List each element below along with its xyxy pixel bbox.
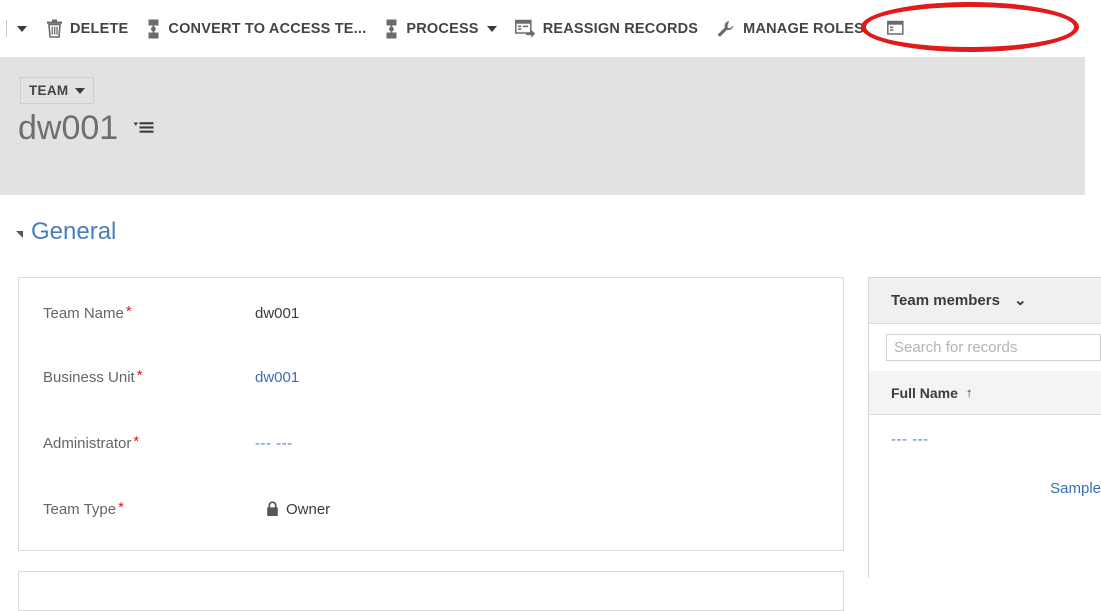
trash-icon [46, 19, 63, 38]
convert-icon [146, 19, 161, 39]
reassign-records-icon [514, 19, 536, 38]
list-item[interactable]: Sample [869, 464, 1101, 513]
form-selector-icon[interactable] [132, 119, 156, 138]
record-title-row: dw001 [18, 111, 156, 145]
business-unit-label: Business Unit * [43, 366, 143, 386]
team-members-panel-title: Team members [891, 292, 1000, 309]
administrator-label: Administrator * [43, 432, 140, 452]
convert-to-access-team-button[interactable]: CONVERT TO ACCESS TE... [137, 9, 375, 49]
page-title: dw001 [18, 109, 119, 147]
wrench-icon [716, 20, 736, 38]
chevron-down-icon [17, 25, 27, 32]
manage-roles-button[interactable]: MANAGE ROLES [707, 9, 873, 49]
section-header-general[interactable]: General [16, 218, 116, 246]
reassign-records-button[interactable]: REASSIGN RECORDS [506, 9, 707, 49]
field-row-team-type: Team Type * Owner [19, 494, 843, 524]
team-members-panel-header[interactable]: Team members ⌄ [869, 278, 1101, 324]
delete-button[interactable]: DELETE [37, 9, 137, 49]
section-title: General [31, 218, 117, 245]
lock-icon [266, 501, 279, 517]
field-row-business-unit: Business Unit * dw001 [19, 362, 843, 392]
team-name-label: Team Name * [43, 302, 132, 322]
delete-button-label: DELETE [70, 20, 129, 37]
required-marker: * [136, 366, 143, 384]
convert-to-access-team-button-label: CONVERT TO ACCESS TE... [168, 20, 367, 37]
required-marker: * [118, 498, 124, 516]
general-form-panel: Team Name * dw001 Business Unit * dw001 Ad… [18, 277, 844, 551]
column-header-label: Full Name [891, 384, 958, 401]
chevron-down-icon [75, 87, 86, 94]
team-members-panel: Team members ⌄ Full Name ↑ --- --- Sampl… [868, 277, 1101, 578]
team-type-value: Owner [286, 500, 331, 518]
search-input[interactable] [886, 334, 1101, 361]
reassign-records-button-label: REASSIGN RECORDS [542, 20, 699, 37]
collapse-triangle-icon [16, 230, 23, 238]
required-marker: * [125, 302, 132, 320]
business-unit-value[interactable]: dw001 [255, 369, 299, 386]
secondary-form-panel [18, 571, 844, 611]
entity-type-chip[interactable]: TEAM [20, 77, 95, 104]
sort-ascending-arrow-icon: ↑ [965, 385, 973, 400]
process-button[interactable]: PROCESS [375, 9, 505, 49]
field-row-administrator: Administrator * --- --- [19, 428, 843, 458]
field-row-team-name: Team Name * dw001 [19, 298, 843, 328]
more-commands-icon [887, 20, 906, 37]
team-type-label: Team Type * [43, 498, 124, 518]
required-marker: * [133, 432, 140, 450]
team-name-value[interactable]: dw001 [255, 305, 299, 322]
team-type-value-wrap: Owner [266, 501, 330, 518]
administrator-value[interactable]: --- --- [255, 435, 293, 452]
list-item[interactable]: --- --- [869, 415, 1101, 464]
team-members-search-wrap [869, 324, 1101, 371]
list-item-label: Sample [1050, 480, 1101, 497]
list-item-label: --- --- [891, 431, 929, 448]
entity-type-chip-label: TEAM [29, 83, 69, 98]
column-header-full-name[interactable]: Full Name ↑ [869, 371, 1101, 415]
process-icon [384, 19, 399, 39]
manage-roles-button-label: MANAGE ROLES [743, 20, 864, 37]
command-bar-overflow-left-button[interactable] [7, 9, 37, 49]
chevron-down-icon[interactable]: ⌄ [1014, 293, 1027, 308]
more-commands-button[interactable] [873, 9, 922, 49]
process-button-label: PROCESS [406, 20, 479, 37]
record-header-band: TEAM dw001 [0, 57, 1085, 195]
command-bar: DELETE CONVERT TO ACCESS TE... PROCESS R… [0, 0, 1101, 57]
chevron-down-icon [486, 25, 497, 32]
